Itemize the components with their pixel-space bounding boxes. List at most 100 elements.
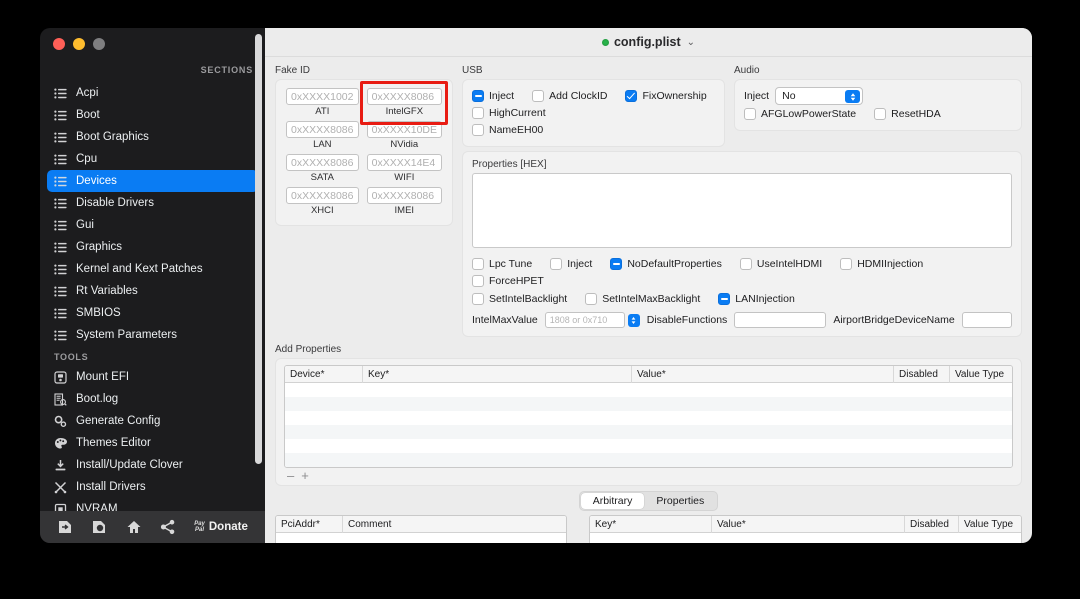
minimize-button[interactable] [73,38,85,50]
tab-segmented-control[interactable]: Arbitrary Properties [578,491,719,511]
table-row[interactable] [285,397,1012,411]
usb-checkbox-add-clockid[interactable]: Add ClockID [532,87,607,104]
usb-checkbox-highcurrent[interactable]: HighCurrent [472,104,546,121]
intel-max-value-stepper[interactable]: 1808 or 0x710 [544,312,640,328]
properties-checkbox-lpc-tune[interactable]: Lpc Tune [472,255,532,272]
checkbox-box[interactable] [744,107,756,120]
sidebar-tool-install-update-clover[interactable]: Install/Update Clover [47,454,258,476]
usb-checkbox-inject[interactable]: Inject [472,87,514,104]
sidebar-tool-generate-config[interactable]: Generate Config [47,410,258,432]
properties-checkbox-setintelmaxbacklight[interactable]: SetIntelMaxBacklight [585,290,700,307]
sidebar-item-devices[interactable]: Devices [47,170,258,192]
checkbox-box[interactable] [610,257,623,270]
tab-properties[interactable]: Properties [644,493,716,509]
share-icon[interactable] [160,519,176,535]
checkbox-box[interactable] [585,292,598,305]
donate-button[interactable]: Pay Pal Donate [194,521,248,534]
checkbox-box[interactable] [874,107,887,120]
checkbox-box[interactable] [472,292,484,305]
tab-arbitrary[interactable]: Arbitrary [580,493,645,509]
chevron-updown-icon[interactable] [845,90,861,103]
table-row[interactable] [285,383,1012,397]
add-row-button[interactable]: + [301,469,309,482]
export-icon[interactable] [91,519,107,535]
sidebar-item-system-parameters[interactable]: System Parameters [47,324,258,346]
custom-properties-body[interactable] [590,533,1021,543]
checkbox-box[interactable] [840,257,853,270]
pciaddr-column-header[interactable]: PciAddr* [276,516,343,533]
sidebar-item-rt-variables[interactable]: Rt Variables [47,280,258,302]
sidebar-item-smbios[interactable]: SMBIOS [47,302,258,324]
table-row[interactable] [285,439,1012,453]
properties-checkbox-setintelbacklight[interactable]: SetIntelBacklight [472,290,567,307]
add-properties-column-header[interactable]: Device* [285,366,363,383]
stepper-arrows-icon[interactable] [627,313,640,327]
sidebar-tool-boot-log[interactable]: Boot.log [47,388,258,410]
table-row[interactable] [590,533,1021,543]
checkbox-box[interactable] [472,89,484,102]
import-icon[interactable] [57,519,73,535]
fake-id-input-imei[interactable]: 0xXXXX8086 [366,187,442,204]
sidebar-tool-mount-efi[interactable]: Mount EFI [47,366,258,388]
sidebar-item-acpi[interactable]: Acpi [47,82,258,104]
sidebar-item-cpu[interactable]: Cpu [47,148,258,170]
checkbox-box[interactable] [550,257,563,270]
add-properties-body[interactable] [285,383,1012,467]
pciaddr-column-header[interactable]: Comment [343,516,566,533]
audio-inject-select[interactable]: No [775,87,864,105]
sidebar-item-boot-graphics[interactable]: Boot Graphics [47,126,258,148]
remove-row-button[interactable]: – [287,469,294,482]
checkbox-box[interactable] [472,123,484,136]
add-properties-column-header[interactable]: Key* [363,366,632,383]
checkbox-box[interactable] [472,257,484,270]
properties-checkbox-forcehpet[interactable]: ForceHPET [472,272,544,289]
pciaddr-table[interactable]: PciAddr* Comment [275,515,567,543]
fake-id-input-intelgfx[interactable]: 0xXXXX8086 [366,88,442,105]
home-icon[interactable] [126,519,142,535]
properties-hex-textarea[interactable] [472,173,1012,248]
add-properties-table[interactable]: Device* Key* Value* Disabled Value Type [284,365,1013,468]
properties-checkbox-nodefaultproperties[interactable]: NoDefaultProperties [610,255,722,272]
table-row[interactable] [285,425,1012,439]
disable-functions-input[interactable] [734,312,827,328]
checkbox-box[interactable] [718,292,731,305]
checkbox-box[interactable] [532,89,545,102]
checkbox-box[interactable] [625,89,638,102]
add-properties-column-header[interactable]: Disabled [894,366,950,383]
sidebar-item-graphics[interactable]: Graphics [47,236,258,258]
audio-checkbox-resethda[interactable]: ResetHDA [874,105,941,122]
fake-id-input-xhci[interactable]: 0xXXXX8086 [286,187,359,204]
table-row[interactable] [276,533,566,543]
sidebar-tool-install-drivers[interactable]: Install Drivers [47,476,258,498]
fake-id-input-nvidia[interactable]: 0xXXXX10DE [366,121,442,138]
sidebar-item-boot[interactable]: Boot [47,104,258,126]
intel-max-value-input[interactable]: 1808 or 0x710 [544,312,625,328]
properties-checkbox-inject[interactable]: Inject [550,255,592,272]
fake-id-input-sata[interactable]: 0xXXXX8086 [286,154,359,171]
pciaddr-table-body[interactable] [276,533,566,543]
custom-properties-table[interactable]: Key* Value* Disabled Value Type [589,515,1022,543]
fake-id-input-lan[interactable]: 0xXXXX8086 [286,121,359,138]
custom-properties-column-header[interactable]: Key* [590,516,712,533]
fake-id-input-ati[interactable]: 0xXXXX1002 [286,88,359,105]
window-controls[interactable] [53,38,105,50]
properties-checkbox-hdmiinjection[interactable]: HDMIInjection [840,255,923,272]
add-properties-column-header[interactable]: Value* [632,366,894,383]
checkbox-box[interactable] [472,106,484,119]
usb-checkbox-fixownership[interactable]: FixOwnership [625,87,707,104]
custom-properties-column-header[interactable]: Value Type [959,516,1021,533]
sidebar-scroll-area[interactable]: SECTIONS Acpi Boot Boot Graphics Cpu Devices… [40,60,265,513]
sidebar-scrollbar[interactable] [255,34,262,464]
checkbox-box[interactable] [472,274,484,287]
checkbox-box[interactable] [739,257,752,270]
add-properties-column-header[interactable]: Value Type [950,366,1012,383]
close-button[interactable] [53,38,65,50]
zoom-button[interactable] [93,38,105,50]
custom-properties-column-header[interactable]: Disabled [905,516,959,533]
properties-checkbox-laninjection[interactable]: LANInjection [718,290,795,307]
sidebar-item-gui[interactable]: Gui [47,214,258,236]
custom-properties-column-header[interactable]: Value* [712,516,905,533]
add-properties-row-controls[interactable]: – + [284,468,1013,482]
audio-checkbox-afglowpowerstate[interactable]: AFGLowPowerState [744,105,856,122]
sidebar-item-kernel-and-kext-patches[interactable]: Kernel and Kext Patches [47,258,258,280]
